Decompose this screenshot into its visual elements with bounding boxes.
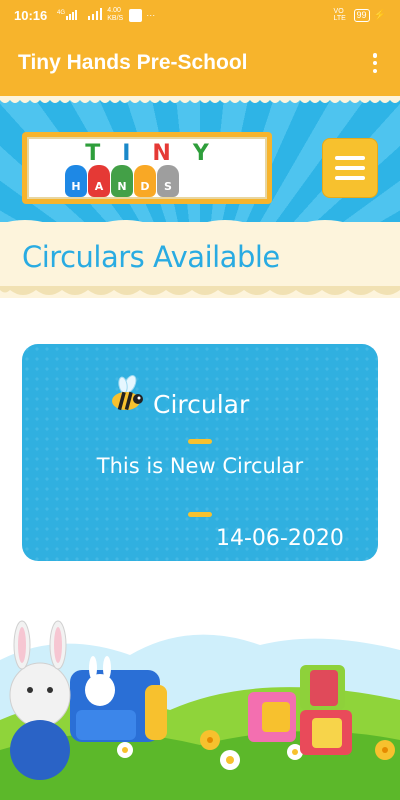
backpack-icon [70,670,167,742]
hand-letter: H [71,180,81,193]
wave-bottom [0,286,400,295]
hand-letter: D [140,180,150,193]
playground-illustration [0,620,400,800]
hand-print: S [157,165,179,197]
charging-icon: ⚡ [373,9,386,21]
school-logo[interactable]: TINY H A N D S [22,132,272,204]
menu-line [335,156,365,160]
scallop-divider [0,96,400,103]
network-type-label: 4G [57,10,65,16]
page-title: Circulars Available [22,240,280,274]
status-left-icons: 4G 4.00 KB/S ··· [57,7,155,23]
logo-letter: T [85,141,123,166]
overflow-dot [372,53,378,58]
logo-hands: H A N D S [65,165,179,197]
signal-icon: 4G [57,8,83,22]
overflow-dot [372,68,378,73]
status-time: 10:16 [14,7,48,23]
overflow-dot [372,60,378,66]
logo-letter: N [152,141,193,166]
circular-description: This is New Circular [96,454,304,478]
hand-print: H [65,165,87,197]
hand-letter: N [117,180,127,193]
app-title: Tiny Hands Pre-School [18,51,248,74]
vpn-icon [129,8,143,22]
logo-word-tiny: TINY [29,141,265,166]
circular-heading: Circular [153,390,250,419]
circular-date: 14-06-2020 [216,526,344,551]
menu-line [335,176,365,180]
menu-line [335,166,365,170]
hand-letter: A [94,180,104,193]
divider [188,439,212,444]
hand-print: A [88,165,110,197]
more-notifications-icon: ··· [146,10,156,20]
app-bar: Tiny Hands Pre-School [0,30,400,96]
bee-icon [112,375,143,411]
hamburger-menu-button[interactable] [322,138,378,198]
volte-label: VO LTE [333,8,346,22]
network-speed: 4.00 KB/S [107,7,124,22]
hand-letter: S [164,180,172,193]
logo-letter: I [122,141,153,166]
logo-letter: Y [192,141,231,166]
logo-inner: TINY H A N D S [27,137,267,199]
hand-print: D [134,165,156,197]
battery-icon: 99 [353,8,370,22]
hand-print: N [111,165,133,197]
status-bar: 10:16 4G 4.00 KB/S ··· VO LTE 99 ⚡ [0,0,400,30]
wave-top [0,220,400,230]
status-right-icons: VO LTE 99 ⚡ [334,8,386,22]
circular-card[interactable]: Circular This is New Circular 14-06-2020 [22,344,378,561]
divider [188,512,212,517]
signal-icon-2 [87,8,103,22]
overflow-menu-icon[interactable] [368,51,382,75]
